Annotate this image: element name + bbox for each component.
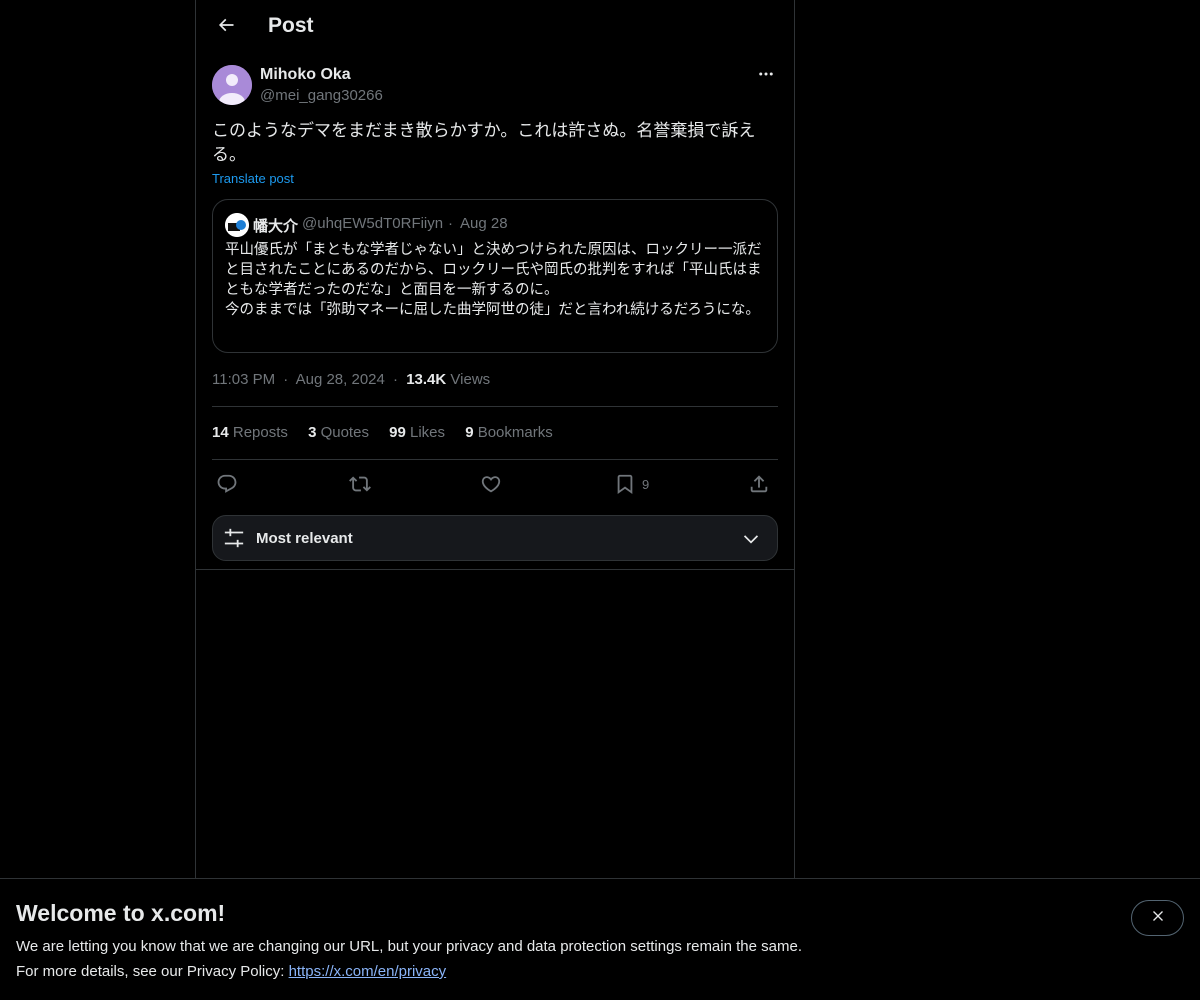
separator-dot: · (448, 215, 453, 232)
quoted-text-line: 今のままでは「弥助マネーに屈した曲学阿世の徒」だと言われ続けるだろうにな。 (225, 302, 760, 318)
bookmarks-label: Bookmarks (477, 424, 553, 441)
post-author: Mihoko Oka @mei_gang30266 (212, 64, 778, 106)
header: Post (196, 0, 794, 54)
author-name[interactable]: Mihoko Oka (260, 66, 351, 84)
close-icon (1150, 908, 1166, 929)
post-date[interactable]: Aug 28, 2024 (296, 371, 385, 388)
close-banner-button[interactable] (1131, 900, 1184, 936)
reply-button[interactable] (216, 470, 238, 498)
quotes-stat[interactable]: 3 Quotes (308, 424, 369, 441)
replies-sort-label: Most relevant (256, 530, 353, 547)
post-meta: 11:03 PM · Aug 28, 2024 · 13.4K Views (212, 371, 490, 388)
banner-message: We are letting you know that we are chan… (16, 938, 802, 955)
quotes-label: Quotes (320, 424, 369, 441)
divider (212, 459, 778, 460)
reposts-label: Reposts (232, 424, 288, 441)
repost-icon (349, 473, 371, 495)
quoted-post[interactable]: 幡大介 @uhqEW5dT0RFiiyn · Aug 28 平山優氏が「まともな… (212, 199, 778, 353)
post-time[interactable]: 11:03 PM (212, 371, 275, 388)
avatar[interactable] (212, 65, 252, 105)
post-text: このようなデマをまだまき散らかすか。これは許さぬ。名誉棄損で訴える。 (212, 121, 756, 165)
arrow-left-icon (216, 15, 236, 40)
post-stats: 14 Reposts 3 Quotes 99 Likes 9 Bookmarks (212, 424, 569, 441)
divider (196, 569, 794, 570)
quoted-text: 平山優氏が「まともな学者じゃない」と決めつけられた原因は、ロックリー一派だと目さ… (225, 240, 770, 320)
views-label: Views (450, 371, 491, 388)
more-options-button[interactable] (754, 64, 778, 88)
reply-icon (216, 473, 238, 495)
quoted-text-line: 平山優氏が「まともな学者じゃない」と決めつけられた原因は、ロックリー一派だと目さ… (225, 242, 762, 298)
quoted-date: Aug 28 (460, 215, 508, 232)
reposts-count: 14 (212, 424, 229, 441)
page-title: Post (268, 14, 314, 37)
quoted-avatar (225, 213, 249, 237)
heart-icon (480, 473, 502, 495)
bookmark-icon (614, 473, 636, 495)
repost-button[interactable] (349, 470, 371, 498)
privacy-policy-link[interactable]: https://x.com/en/privacy (289, 963, 447, 980)
share-button[interactable] (748, 470, 770, 498)
welcome-banner: Welcome to x.com! We are letting you kno… (0, 878, 1200, 1000)
bookmark-button[interactable]: 9 (614, 470, 649, 498)
quotes-count: 3 (308, 424, 317, 441)
quoted-author-name: 幡大介 (253, 217, 299, 235)
banner-privacy-note: For more details, see our Privacy Policy… (16, 963, 446, 980)
quoted-author-handle: @uhqEW5dT0RFiiyn (302, 215, 444, 232)
likes-stat[interactable]: 99 Likes (389, 424, 445, 441)
post-column: Post Mihoko Oka @mei_gang30266 このようなデマをま… (195, 0, 795, 878)
action-bar: 9 (212, 470, 778, 498)
like-button[interactable] (480, 470, 502, 498)
separator-dot: · (283, 371, 289, 388)
likes-label: Likes (409, 424, 446, 441)
bookmarks-count: 9 (465, 424, 474, 441)
bookmark-count: 9 (642, 476, 650, 492)
back-button[interactable] (208, 9, 244, 45)
separator-dot: · (393, 371, 399, 388)
banner-privacy-prefix: For more details, see our Privacy Policy… (16, 963, 289, 980)
likes-count: 99 (389, 424, 406, 441)
more-icon (757, 65, 775, 88)
views-count: 13.4K (406, 371, 447, 388)
replies-sort-dropdown[interactable]: Most relevant (212, 515, 778, 561)
share-icon (748, 473, 770, 495)
bookmarks-stat[interactable]: 9 Bookmarks (465, 424, 553, 441)
translate-post-link[interactable]: Translate post (212, 171, 294, 186)
divider (212, 406, 778, 407)
banner-title: Welcome to x.com! (16, 900, 226, 926)
author-handle[interactable]: @mei_gang30266 (260, 87, 383, 104)
sliders-icon (223, 527, 245, 554)
chevron-down-icon (741, 529, 761, 554)
reposts-stat[interactable]: 14 Reposts (212, 424, 288, 441)
